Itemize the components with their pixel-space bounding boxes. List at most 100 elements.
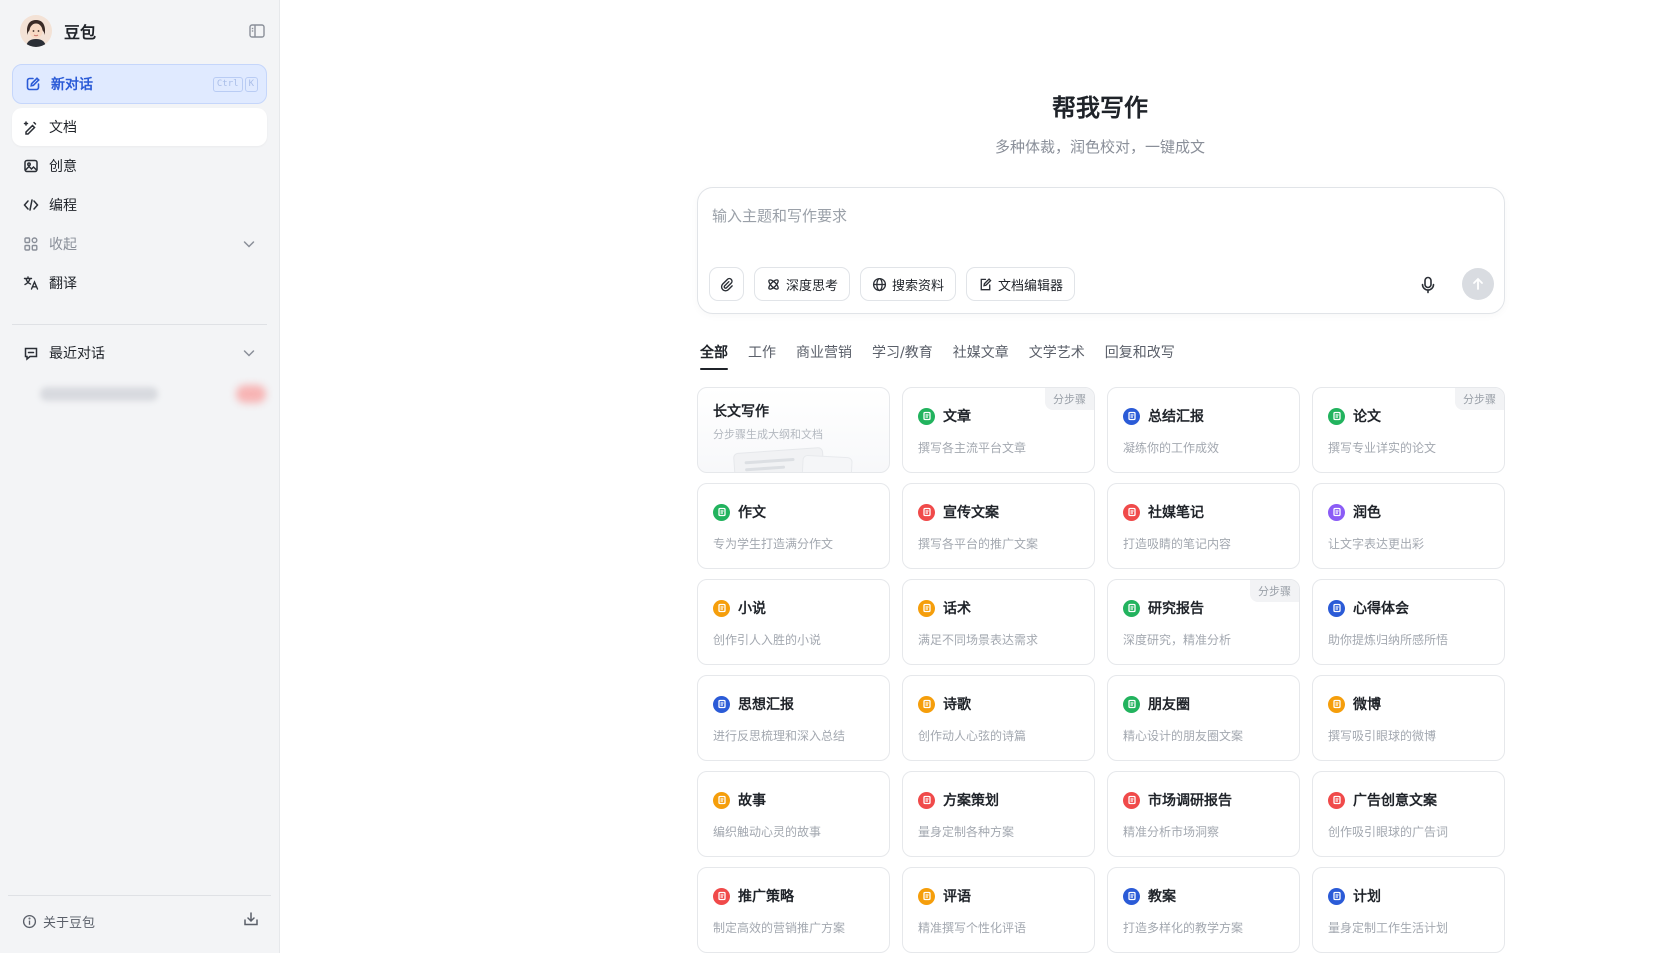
card-description: 深度研究，精准分析: [1123, 633, 1232, 647]
card-description: 专为学生打造满分作文: [713, 537, 834, 551]
template-card[interactable]: 话术 满足不同场景表达需求: [902, 579, 1095, 665]
category-tabs: 全部 工作 商业营销 学习/教育 社媒文章 文学艺术 回复和改写: [700, 342, 1175, 372]
shortcut-key-ctrl: Ctrl: [212, 77, 243, 92]
card-description: 凝练你的工作成效: [1123, 441, 1220, 455]
sidebar-item-collapse[interactable]: 收起: [12, 225, 267, 263]
sidebar-item-docs[interactable]: 文档: [12, 108, 267, 146]
card-title: 研究报告: [1148, 601, 1204, 617]
card-category-icon: [713, 887, 730, 905]
template-card-long-form[interactable]: 长文写作 分步骤生成大纲和文档: [697, 387, 890, 473]
template-card[interactable]: 作文 专为学生打造满分作文: [697, 483, 890, 569]
pen-sparkle-icon: [23, 121, 37, 135]
template-card[interactable]: 市场调研报告 精准分析市场洞察: [1107, 771, 1300, 857]
template-card[interactable]: 方案策划 量身定制各种方案: [902, 771, 1095, 857]
attach-button[interactable]: [709, 267, 744, 301]
doc-glyph: [1332, 603, 1341, 613]
sidebar-item-label: 收起: [49, 237, 77, 253]
sidebar-item-translate[interactable]: 翻译: [12, 264, 267, 302]
sidebar: 豆包 新对话 Ctrl K 文档 创意 编程 收起 翻译 最近对话 关于豆包: [0, 0, 280, 953]
template-card[interactable]: 小说 创作引人入胜的小说: [697, 579, 890, 665]
template-card[interactable]: 思想汇报 进行反思梳理和深入总结: [697, 675, 890, 761]
template-card[interactable]: 宣传文案 撰写各平台的推广文案: [902, 483, 1095, 569]
tab-education[interactable]: 学习/教育: [872, 342, 933, 370]
sidebar-toggle-icon[interactable]: [248, 22, 266, 40]
template-card[interactable]: 研究报告 深度研究，精准分析 分步骤: [1107, 579, 1300, 665]
tab-work[interactable]: 工作: [748, 342, 776, 370]
tab-marketing[interactable]: 商业营销: [796, 342, 852, 370]
card-description: 创作动人心弦的诗篇: [918, 729, 1027, 743]
card-category-icon: [713, 695, 730, 713]
search-web-button[interactable]: 搜索资料: [860, 267, 957, 301]
template-card[interactable]: 教案 打造多样化的教学方案: [1107, 867, 1300, 953]
card-category-icon: [1123, 599, 1140, 617]
card-title: 评语: [943, 889, 971, 905]
card-category-icon: [1123, 407, 1140, 425]
sidebar-divider: [12, 324, 267, 325]
sidebar-item-creative[interactable]: 创意: [12, 147, 267, 185]
card-category-icon: [918, 887, 935, 905]
template-card[interactable]: 社媒笔记打造吸睛的笔记内容: [1107, 483, 1300, 569]
doc-glyph: [1127, 411, 1136, 421]
download-icon[interactable]: [242, 910, 260, 928]
tab-social-media[interactable]: 社媒文章: [953, 342, 1009, 370]
tab-literature[interactable]: 文学艺术: [1029, 342, 1085, 370]
sidebar-recent-chats[interactable]: 最近对话: [12, 334, 267, 372]
about-button[interactable]: 关于豆包: [22, 912, 95, 931]
card-title: 故事: [738, 793, 766, 809]
card-category-icon: [713, 503, 730, 521]
template-card[interactable]: 广告创意文案 创作吸引眼球的广告词: [1312, 771, 1505, 857]
brand-name: 豆包: [64, 23, 97, 42]
card-description: 精心设计的朋友圈文案: [1123, 729, 1244, 743]
template-card[interactable]: 朋友圈 精心设计的朋友圈文案: [1107, 675, 1300, 761]
deep-think-button[interactable]: 深度思考: [754, 267, 851, 301]
microphone-icon[interactable]: [1418, 275, 1438, 295]
card-description: 创作引人入胜的小说: [713, 633, 822, 647]
prompt-input[interactable]: [712, 204, 1412, 228]
card-category-icon: [1123, 791, 1140, 809]
doc-editor-button[interactable]: 文档编辑器: [966, 267, 1076, 301]
template-card[interactable]: 评语 精准撰写个性化评语: [902, 867, 1095, 953]
card-title: 广告创意文案: [1353, 793, 1437, 809]
composer: 深度思考 搜索资料 文档编辑器: [697, 187, 1505, 314]
template-card[interactable]: 润色 让文字表达更出彩: [1312, 483, 1505, 569]
tab-reply-rewrite[interactable]: 回复和改写: [1105, 342, 1175, 370]
doc-editor-label: 文档编辑器: [998, 278, 1064, 294]
template-card[interactable]: 微博 撰写吸引眼球的微博: [1312, 675, 1505, 761]
template-card[interactable]: 论文 撰写专业详实的论文 分步骤: [1312, 387, 1505, 473]
card-header: 广告创意文案: [1328, 790, 1437, 810]
doc-glyph: [717, 795, 726, 805]
new-chat-button[interactable]: 新对话 Ctrl K: [12, 64, 267, 104]
template-card[interactable]: 心得体会 助你提炼归纳所感所悟: [1312, 579, 1505, 665]
card-title: 市场调研报告: [1148, 793, 1232, 809]
card-header: 宣传文案: [918, 502, 999, 522]
atom-icon: [768, 278, 779, 290]
recent-chat-item[interactable]: [40, 382, 268, 406]
doc-glyph: [1127, 699, 1136, 709]
new-chat-label: 新对话: [51, 77, 93, 93]
template-card[interactable]: 总结汇报 凝练你的工作成效: [1107, 387, 1300, 473]
arrow-up-icon: [1473, 277, 1483, 290]
chevron-down-icon: [243, 350, 255, 357]
template-card[interactable]: 故事 编织触动心灵的故事: [697, 771, 890, 857]
card-title: 教案: [1148, 889, 1176, 905]
template-card[interactable]: 诗歌创作动人心弦的诗篇: [902, 675, 1095, 761]
page-subtitle: 多种体裁，润色校对，一键成文: [994, 138, 1205, 156]
sidebar-item-coding[interactable]: 编程: [12, 186, 267, 224]
template-card[interactable]: 计划 量身定制工作生活计划: [1312, 867, 1505, 953]
card-header: 话术: [918, 598, 971, 618]
card-category-icon: [1328, 791, 1345, 809]
card-title: 诗歌: [943, 697, 971, 713]
template-card[interactable]: 推广策略 制定高效的营销推广方案: [697, 867, 890, 953]
info-icon: [22, 914, 37, 929]
recent-chat-redacted-badge: [236, 385, 266, 403]
send-button[interactable]: [1462, 268, 1494, 300]
card-title: 计划: [1353, 889, 1381, 905]
card-description: 打造吸睛的笔记内容: [1123, 537, 1232, 551]
avatar[interactable]: [20, 15, 52, 47]
tab-all[interactable]: 全部: [700, 342, 728, 370]
card-title: 宣传文案: [943, 505, 999, 521]
card-header: 润色: [1328, 502, 1381, 522]
search-web-label: 搜索资料: [892, 278, 945, 294]
template-card[interactable]: 文章 撰写各主流平台文章 分步骤: [902, 387, 1095, 473]
card-header: 社媒笔记: [1123, 502, 1204, 522]
